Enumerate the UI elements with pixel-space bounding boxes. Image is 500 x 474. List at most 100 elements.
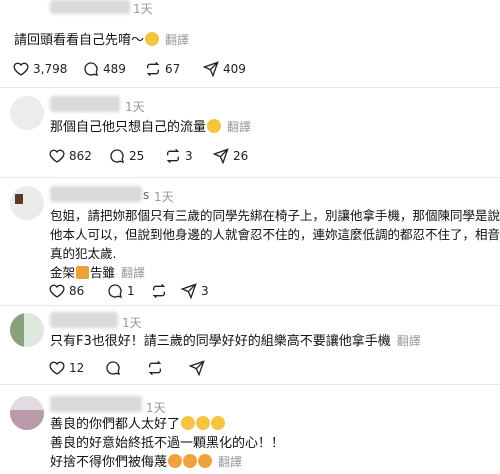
repost-icon xyxy=(152,283,166,299)
like-button[interactable]: 862 xyxy=(49,148,109,164)
share-button[interactable]: 409 xyxy=(203,61,263,77)
smile-emoji-icon xyxy=(181,416,196,430)
repost-button[interactable]: 3 xyxy=(165,148,213,164)
crying-emoji-icon xyxy=(168,454,183,468)
comment-icon xyxy=(84,62,98,76)
comment-button[interactable] xyxy=(105,360,147,376)
like-count: 12 xyxy=(69,361,85,375)
comment-button[interactable]: 25 xyxy=(109,148,165,164)
crying-emoji-icon xyxy=(198,454,213,468)
reply-text-line: 真的犯太歲. xyxy=(50,246,117,261)
avatar[interactable] xyxy=(10,96,44,130)
reply-time: 1天 xyxy=(154,190,174,204)
avatar[interactable] xyxy=(10,396,44,430)
send-icon xyxy=(213,148,229,164)
reply-text-fragment: 好捨不得你們被侮蔑 xyxy=(50,455,168,470)
like-count: 3,798 xyxy=(33,62,68,76)
reply-actions: 86 1 3 xyxy=(49,283,221,299)
comment-icon xyxy=(110,149,124,163)
username-redacted xyxy=(50,396,142,412)
reply-text-line: 他本人可以，但說到他身邊的人就會忍不住的，連妳這麼低調的都忍不住了，相音 xyxy=(50,227,500,242)
comment-count: 1 xyxy=(127,284,135,298)
post-time: 1天 xyxy=(133,2,153,16)
reply-time: 1天 xyxy=(122,316,142,330)
crying-emoji-icon xyxy=(183,454,198,468)
repost-button[interactable] xyxy=(147,360,189,376)
reply-text: 善良的你們都人太好了 善良的好意始終抵不過一顆黑化的心！！ 好捨不得你們被侮蔑 翻… xyxy=(50,415,284,472)
send-icon xyxy=(189,360,205,376)
share-count: 26 xyxy=(233,149,249,163)
divider xyxy=(0,384,500,385)
divider xyxy=(0,87,500,88)
smile-emoji-icon xyxy=(211,416,226,430)
reply-text-line: 包姐，請把妳那個只有三歲的同學先綁在椅子上，別讓他拿手機，那個陳同學是說 xyxy=(50,208,500,223)
heart-icon xyxy=(49,149,65,163)
reply-text-fragment: 金架 xyxy=(50,265,76,280)
smile-emoji-icon xyxy=(196,416,211,430)
username-redacted xyxy=(50,0,130,14)
like-count: 862 xyxy=(69,149,92,163)
send-icon xyxy=(203,61,219,77)
translate-link[interactable]: 翻譯 xyxy=(397,334,421,348)
translate-link[interactable]: 翻譯 xyxy=(218,455,242,469)
smile-emoji-icon xyxy=(145,32,160,46)
repost-count: 67 xyxy=(165,62,181,76)
like-button[interactable]: 12 xyxy=(49,360,105,376)
reply-actions: 12 xyxy=(49,360,219,376)
username-redacted xyxy=(50,96,120,112)
share-button[interactable] xyxy=(189,360,219,376)
reply-text-line: 只有F3也很好！請三歲的同學好好的組樂高不要讓他拿手機 xyxy=(50,334,391,349)
translate-link[interactable]: 翻譯 xyxy=(227,120,251,134)
reply-name-tail: s xyxy=(143,188,150,202)
reply-text-fragment: 善良的你們都人太好了 xyxy=(50,417,181,432)
reply-text-fragment: 告雖 xyxy=(90,265,116,280)
comment-icon xyxy=(106,361,120,375)
reply-text-line: 善良的你們都人太好了 xyxy=(50,415,284,434)
reply-actions: 862 25 3 26 xyxy=(49,148,263,164)
heart-icon xyxy=(49,361,65,375)
username-redacted xyxy=(50,312,118,328)
translate-link[interactable]: 翻譯 xyxy=(121,266,145,280)
heart-icon xyxy=(49,284,65,298)
share-button[interactable]: 3 xyxy=(181,283,221,299)
repost-button[interactable] xyxy=(151,283,181,299)
post-text-content: 請回頭看看自己先唷～ xyxy=(14,33,145,48)
reply-text-line: 金架 告雖 翻譯 xyxy=(50,263,500,283)
share-button[interactable]: 26 xyxy=(213,148,263,164)
post-text: 請回頭看看自己先唷～ 翻譯 xyxy=(14,31,189,50)
reply-text-line: 好捨不得你們被侮蔑 翻譯 xyxy=(50,453,284,472)
like-button[interactable]: 3,798 xyxy=(13,61,83,77)
post-actions: 3,798 489 67 409 xyxy=(13,61,263,77)
like-count: 86 xyxy=(69,284,85,298)
comment-button[interactable]: 1 xyxy=(107,283,151,299)
username-redacted xyxy=(50,186,142,202)
divider xyxy=(0,305,500,306)
repost-icon xyxy=(146,61,160,77)
reply-text-line: 那個自己他只想自己的流量 xyxy=(50,120,207,135)
comment-icon xyxy=(108,284,122,298)
share-count: 3 xyxy=(201,284,209,298)
reply-time: 1天 xyxy=(125,100,145,114)
reply-text: 那個自己他只想自己的流量 翻譯 xyxy=(50,118,251,137)
reply-time: 1天 xyxy=(146,401,166,415)
avatar[interactable] xyxy=(10,313,44,347)
comment-count: 25 xyxy=(129,149,145,163)
send-icon xyxy=(181,283,197,299)
heart-icon xyxy=(13,62,29,76)
comment-button[interactable]: 489 xyxy=(83,61,145,77)
translate-link[interactable]: 翻譯 xyxy=(165,33,189,47)
repost-button[interactable]: 67 xyxy=(145,61,203,77)
share-count: 409 xyxy=(223,62,246,76)
comment-count: 489 xyxy=(103,62,126,76)
repost-icon xyxy=(148,360,162,376)
divider xyxy=(0,177,500,178)
repost-icon xyxy=(166,148,180,164)
sad-emoji-icon xyxy=(207,119,222,133)
reply-text: 只有F3也很好！請三歲的同學好好的組樂高不要讓他拿手機 翻譯 xyxy=(50,332,421,351)
reply-text: 包姐，請把妳那個只有三歲的同學先綁在椅子上，別讓他拿手機，那個陳同學是說 他本人… xyxy=(50,206,500,283)
avatar[interactable] xyxy=(10,186,44,220)
reply-text-line: 善良的好意始終抵不過一顆黑化的心！！ xyxy=(50,436,285,451)
repost-count: 3 xyxy=(185,149,193,163)
like-button[interactable]: 86 xyxy=(49,283,107,299)
gold-badge-emoji-icon xyxy=(76,266,90,279)
